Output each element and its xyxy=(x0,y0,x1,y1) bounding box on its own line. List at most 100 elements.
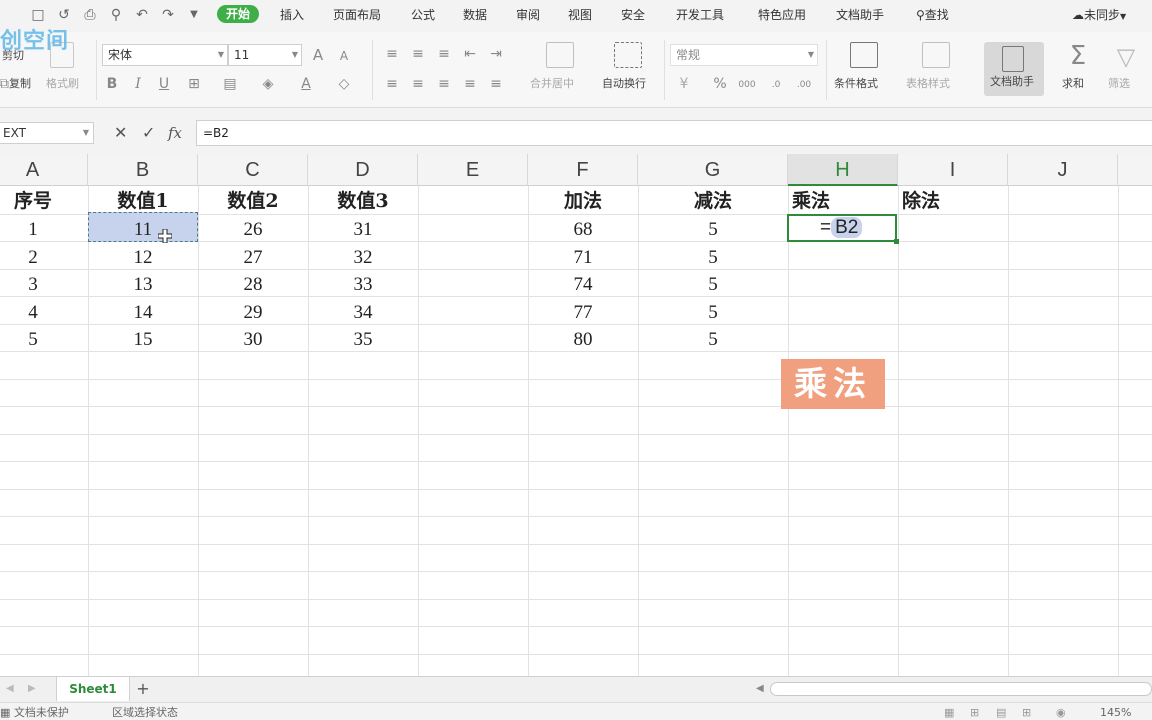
reading-mode-icon[interactable]: ◉ xyxy=(1056,706,1066,720)
column-header-g[interactable]: G xyxy=(638,154,788,186)
cancel-icon[interactable]: ✕ xyxy=(114,124,127,142)
cell-c2[interactable]: 26 xyxy=(198,216,308,243)
protect-status[interactable]: ▦ 文档未保护 xyxy=(0,706,69,720)
indent-increase-icon[interactable]: ⇥ xyxy=(488,46,504,62)
horizontal-scrollbar[interactable] xyxy=(770,682,1152,696)
underline-icon[interactable]: U xyxy=(156,76,172,92)
cell-d4[interactable]: 33 xyxy=(308,271,418,298)
cell-d5[interactable]: 34 xyxy=(308,299,418,326)
formula-input[interactable]: =B2 xyxy=(196,120,1152,146)
column-header-i[interactable]: I xyxy=(898,154,1008,186)
column-header-a[interactable]: A xyxy=(0,154,88,186)
customize-dropdown-icon[interactable]: ▼ xyxy=(186,7,202,23)
column-header-b[interactable]: B xyxy=(88,154,198,186)
thousands-icon[interactable]: 000 xyxy=(736,77,758,93)
cell-b4[interactable]: 13 xyxy=(88,271,198,298)
print-icon[interactable]: ⎙ xyxy=(82,7,98,23)
sum-button[interactable]: 求和 xyxy=(1062,77,1084,91)
tab-data[interactable]: 数据 xyxy=(463,7,487,23)
undo-icon[interactable]: ↶ xyxy=(134,7,150,23)
cell-h2-edit-text[interactable]: = B2 xyxy=(820,216,863,240)
decrease-font-icon[interactable]: A xyxy=(336,48,352,64)
align-right-icon[interactable]: ≡ xyxy=(436,76,452,92)
font-size-select[interactable]: 11 ▼ xyxy=(228,44,302,66)
cell-d1[interactable]: 数值3 xyxy=(308,188,418,215)
normal-view-icon[interactable]: ▦ xyxy=(944,706,954,720)
insert-function-icon[interactable]: fx xyxy=(168,124,182,142)
column-header-j[interactable]: J xyxy=(1008,154,1118,186)
cell-c3[interactable]: 27 xyxy=(198,244,308,271)
align-center-icon[interactable]: ≡ xyxy=(410,76,426,92)
cell-a3[interactable]: 2 xyxy=(0,244,88,271)
column-header-f[interactable]: F xyxy=(528,154,638,186)
number-format-select[interactable]: 常规 ▼ xyxy=(670,44,818,66)
fill-color-icon[interactable]: ◈ xyxy=(260,76,276,92)
cell-g2[interactable]: 5 xyxy=(638,216,788,243)
tab-formulas[interactable]: 公式 xyxy=(411,7,435,23)
align-middle-icon[interactable]: ≡ xyxy=(410,46,426,62)
filter-button[interactable]: 筛选 xyxy=(1108,77,1130,91)
indent-decrease-icon[interactable]: ⇤ xyxy=(462,46,478,62)
align-bottom-icon[interactable]: ≡ xyxy=(436,46,452,62)
name-box[interactable]: EXT ▼ xyxy=(0,122,94,144)
cell-c4[interactable]: 28 xyxy=(198,271,308,298)
search-menu[interactable]: ⚲查找 xyxy=(916,7,949,23)
tab-home[interactable]: 开始 xyxy=(217,5,260,23)
column-header-e[interactable]: E xyxy=(418,154,528,186)
italic-icon[interactable]: I xyxy=(130,76,146,92)
cell-a4[interactable]: 3 xyxy=(0,271,88,298)
bold-icon[interactable]: B xyxy=(104,76,120,92)
cell-b1[interactable]: 数值1 xyxy=(88,188,198,215)
scroll-left-icon[interactable]: ◀ xyxy=(756,682,764,696)
cell-g3[interactable]: 5 xyxy=(638,244,788,271)
page-break-icon[interactable]: ⊞ xyxy=(1022,706,1031,720)
cell-f1[interactable]: 加法 xyxy=(528,188,638,215)
borders-icon[interactable]: ⊞ xyxy=(186,76,202,92)
tab-doc-assistant[interactable]: 文档助手 xyxy=(836,7,884,23)
cell-i1[interactable]: 除法 xyxy=(898,188,1008,215)
distributed-icon[interactable]: ≡ xyxy=(488,76,504,92)
cell-h1[interactable]: 乘法 xyxy=(788,188,898,215)
add-sheet-button[interactable]: + xyxy=(134,679,152,699)
font-color-icon[interactable]: A xyxy=(298,76,314,92)
page-layout-icon[interactable]: ▤ xyxy=(996,706,1006,720)
align-top-icon[interactable]: ≡ xyxy=(384,46,400,62)
wrap-text-button[interactable]: 自动换行 xyxy=(602,77,646,91)
cell-b3[interactable]: 12 xyxy=(88,244,198,271)
cell-d6[interactable]: 35 xyxy=(308,326,418,353)
tab-review[interactable]: 审阅 xyxy=(516,7,540,23)
tab-developer[interactable]: 开发工具 xyxy=(676,7,724,23)
cell-style-icon[interactable]: ▤ xyxy=(222,76,238,92)
cell-b5[interactable]: 14 xyxy=(88,299,198,326)
sync-status[interactable]: ☁未同步▼ xyxy=(1072,7,1126,25)
cell-b2[interactable]: 11 xyxy=(88,216,198,243)
currency-icon[interactable]: ¥ xyxy=(676,76,692,92)
cell-d3[interactable]: 32 xyxy=(308,244,418,271)
justify-icon[interactable]: ≡ xyxy=(462,76,478,92)
cell-a1[interactable]: 序号 xyxy=(0,188,88,215)
cell-f3[interactable]: 71 xyxy=(528,244,638,271)
last-sheet-icon[interactable]: ▶ xyxy=(28,682,36,696)
sheet-tab-sheet1[interactable]: Sheet1 xyxy=(56,677,130,701)
copy-button[interactable]: 复制 xyxy=(9,77,31,91)
cell-b6[interactable]: 15 xyxy=(88,326,198,353)
save-icon[interactable]: □ xyxy=(30,7,46,23)
percent-icon[interactable]: % xyxy=(712,76,728,92)
cell-g1[interactable]: 减法 xyxy=(638,188,788,215)
align-left-icon[interactable]: ≡ xyxy=(384,76,400,92)
cell-d2[interactable]: 31 xyxy=(308,216,418,243)
tab-insert[interactable]: 插入 xyxy=(280,7,304,23)
cell-f5[interactable]: 77 xyxy=(528,299,638,326)
cell-f4[interactable]: 74 xyxy=(528,271,638,298)
tab-security[interactable]: 安全 xyxy=(621,7,645,23)
column-header-h[interactable]: H xyxy=(788,154,898,186)
format-painter-button[interactable]: 格式刷 xyxy=(46,77,79,91)
cell-c1[interactable]: 数值2 xyxy=(198,188,308,215)
fill-handle[interactable] xyxy=(894,239,899,244)
increase-decimal-icon[interactable]: .0 xyxy=(768,77,784,93)
first-sheet-icon[interactable]: ◀ xyxy=(6,682,14,696)
cell-f6[interactable]: 80 xyxy=(528,326,638,353)
increase-font-icon[interactable]: A xyxy=(310,47,326,63)
redo-history-icon[interactable]: ↺ xyxy=(56,7,72,23)
cell-f2[interactable]: 68 xyxy=(528,216,638,243)
